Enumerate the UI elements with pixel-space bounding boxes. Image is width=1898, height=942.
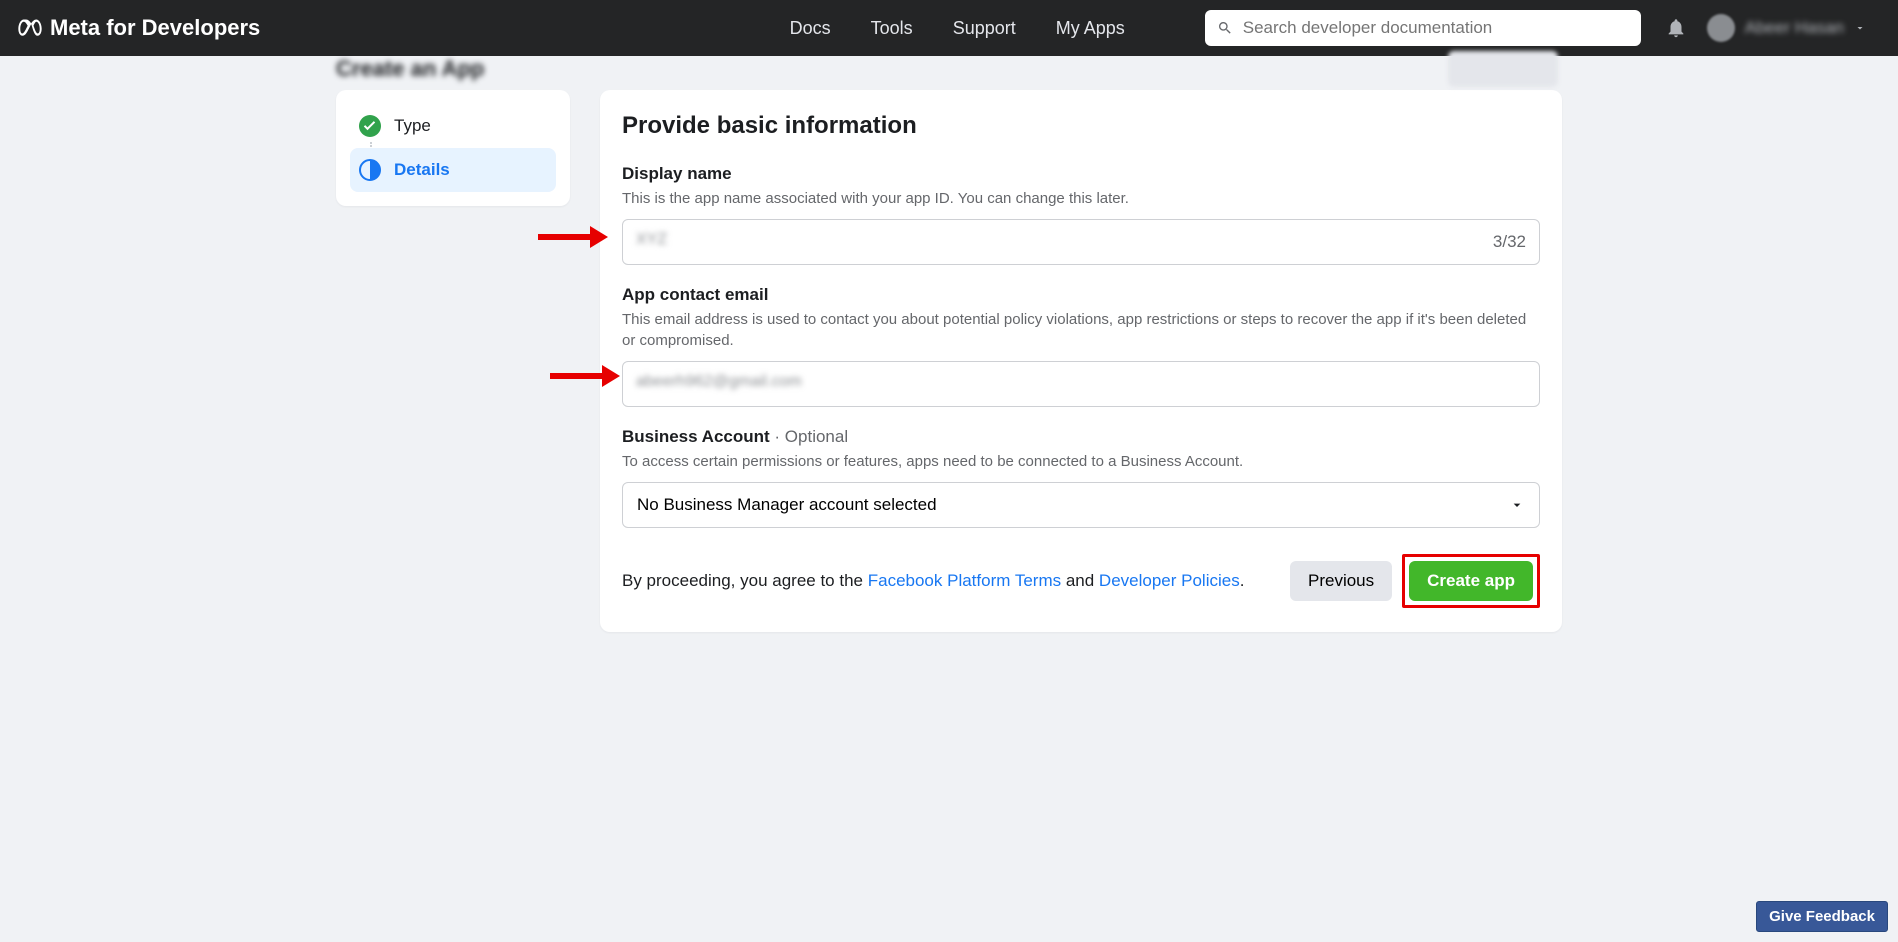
main-nav: Docs Tools Support My Apps <box>790 10 1641 46</box>
step-type-label: Type <box>394 116 431 136</box>
brand-text: Meta for Developers <box>50 15 260 41</box>
username: Abeer Hasan <box>1745 18 1844 38</box>
display-name-help: This is the app name associated with you… <box>622 188 1540 209</box>
char-counter: 3/32 <box>1493 232 1526 252</box>
platform-terms-link[interactable]: Facebook Platform Terms <box>868 571 1061 590</box>
give-feedback-button[interactable]: Give Feedback <box>1756 901 1888 932</box>
avatar <box>1707 14 1735 42</box>
contact-email-help: This email address is used to contact yo… <box>622 309 1540 351</box>
nav-docs[interactable]: Docs <box>790 18 831 39</box>
nav-support[interactable]: Support <box>953 18 1016 39</box>
form-title: Provide basic information <box>622 112 1540 140</box>
subheader-button[interactable] <box>1448 51 1558 87</box>
business-selected-value: No Business Manager account selected <box>637 495 937 515</box>
annotation-arrow-2 <box>550 365 620 385</box>
contact-email-label: App contact email <box>622 285 1540 305</box>
agreement-text: By proceeding, you agree to the Facebook… <box>622 571 1244 591</box>
top-header: Meta for Developers Docs Tools Support M… <box>0 0 1898 56</box>
form-card: Provide basic information Display name T… <box>600 90 1562 632</box>
display-name-group: Display name This is the app name associ… <box>622 164 1540 265</box>
optional-tag: · Optional <box>770 427 848 446</box>
steps-sidebar: Type Details <box>336 90 570 206</box>
business-account-group: Business Account · Optional To access ce… <box>622 427 1540 528</box>
header-right: Abeer Hasan <box>1665 14 1866 42</box>
meta-icon <box>16 14 44 42</box>
annotation-arrow-1 <box>538 226 608 246</box>
half-circle-icon <box>358 158 382 182</box>
caret-down-icon <box>1509 497 1525 513</box>
search-box[interactable] <box>1205 10 1641 46</box>
create-highlight-box: Create app <box>1402 554 1540 608</box>
brand-logo[interactable]: Meta for Developers <box>16 14 260 42</box>
notifications-icon[interactable] <box>1665 17 1687 39</box>
nav-myapps[interactable]: My Apps <box>1056 18 1125 39</box>
main-content: Type Details Provide basic information D… <box>0 90 1898 632</box>
search-input[interactable] <box>1243 18 1629 38</box>
display-name-label: Display name <box>622 164 1540 184</box>
contact-email-group: App contact email This email address is … <box>622 285 1540 407</box>
previous-button[interactable]: Previous <box>1290 561 1392 601</box>
check-circle-icon <box>358 114 382 138</box>
step-details-label: Details <box>394 160 450 180</box>
chevron-down-icon <box>1854 22 1866 34</box>
display-name-value: XYZ <box>636 231 667 249</box>
button-group: Previous Create app <box>1290 554 1540 608</box>
business-select[interactable]: No Business Manager account selected <box>622 482 1540 528</box>
search-icon <box>1217 20 1233 36</box>
display-name-input[interactable] <box>622 219 1540 265</box>
create-app-button[interactable]: Create app <box>1409 561 1533 601</box>
developer-policies-link[interactable]: Developer Policies <box>1099 571 1240 590</box>
form-footer: By proceeding, you agree to the Facebook… <box>622 554 1540 608</box>
business-help: To access certain permissions or feature… <box>622 451 1540 472</box>
contact-email-value: abeerh962@gmail.com <box>636 373 802 391</box>
business-label: Business Account · Optional <box>622 427 1540 447</box>
nav-tools[interactable]: Tools <box>871 18 913 39</box>
page-title: Create an App <box>336 56 484 82</box>
user-menu[interactable]: Abeer Hasan <box>1707 14 1866 42</box>
step-details[interactable]: Details <box>350 148 556 192</box>
